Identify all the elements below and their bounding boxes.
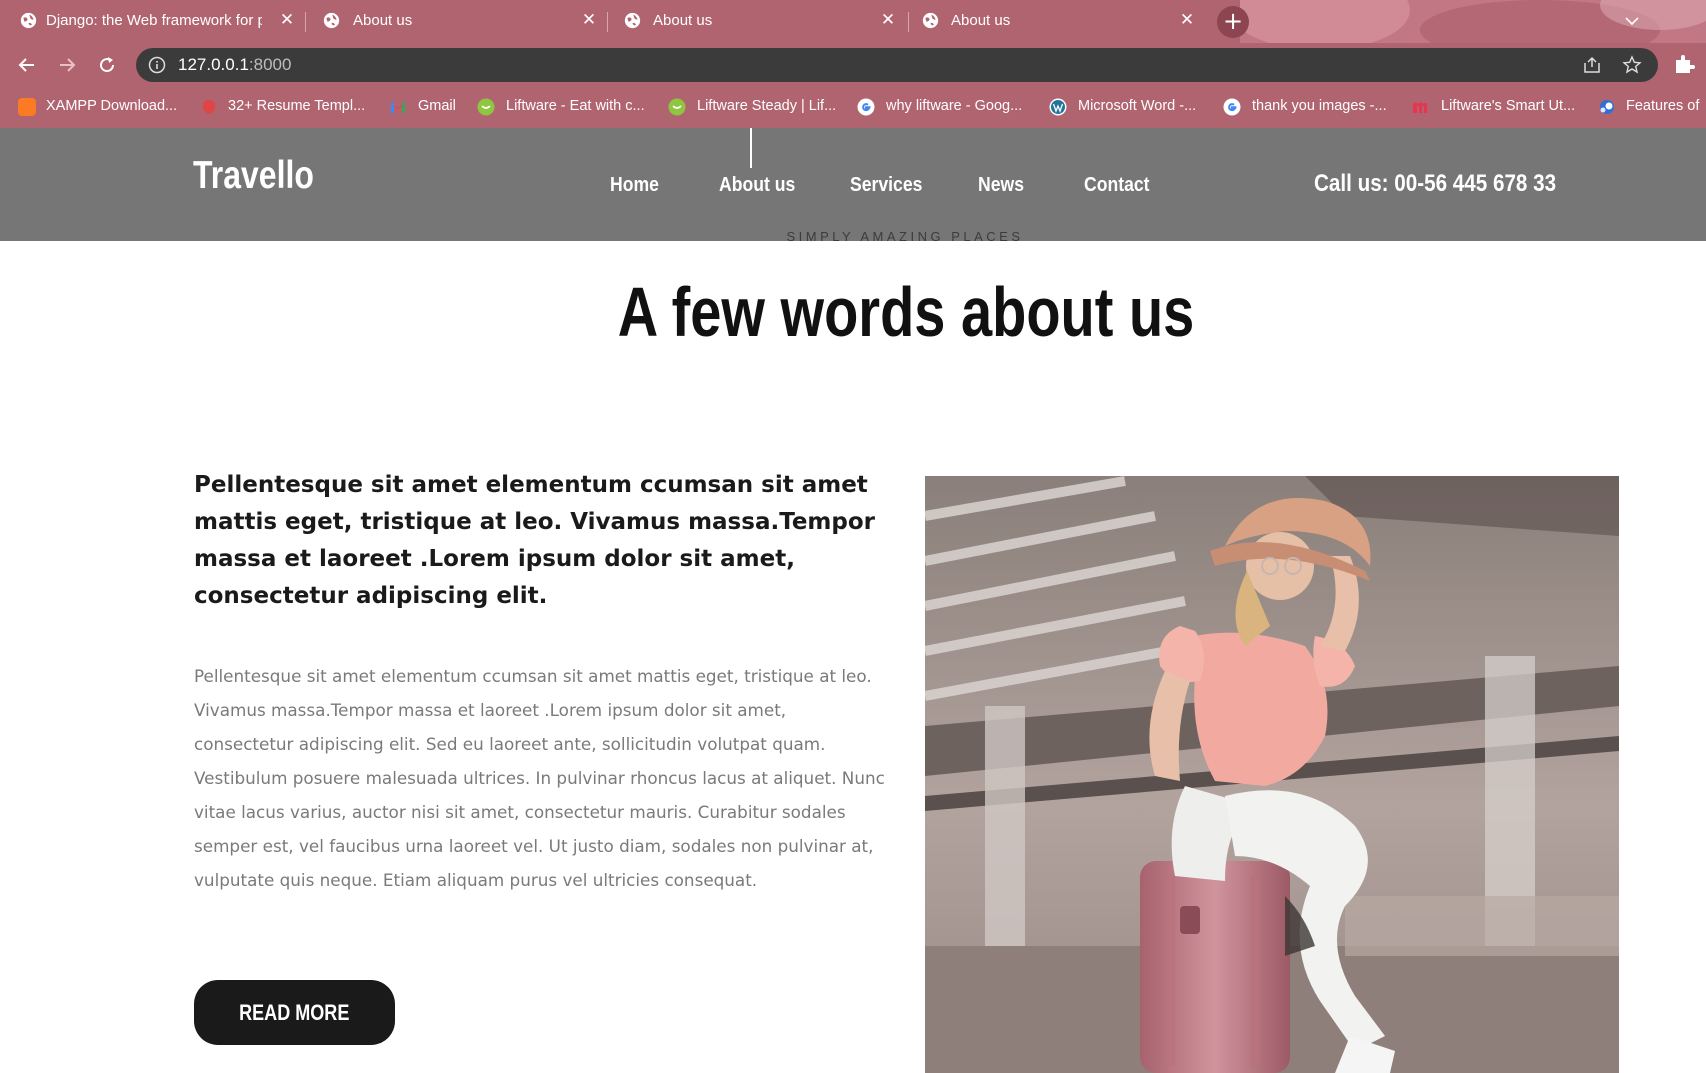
url-port: :8000 bbox=[248, 55, 292, 74]
wordpress-icon bbox=[1049, 98, 1067, 116]
active-nav-indicator bbox=[750, 128, 752, 168]
bookmark-label: Liftware - Eat with c... bbox=[506, 98, 645, 114]
tab-title: About us bbox=[653, 12, 713, 29]
resume-icon bbox=[202, 100, 216, 114]
site-logo[interactable]: Travello bbox=[193, 154, 314, 198]
nav-services[interactable]: Services bbox=[850, 174, 922, 197]
google-icon bbox=[1223, 98, 1241, 116]
bookmark-label: why liftware - Goog... bbox=[886, 98, 1023, 114]
bookmark-label: XAMPP Download... bbox=[46, 98, 178, 114]
bookmarks-bar: XAMPP Download... 32+ Resume Templ... Gm… bbox=[0, 87, 1706, 128]
chevron-down-icon[interactable] bbox=[1619, 9, 1645, 33]
globe-icon bbox=[323, 12, 340, 29]
close-tab-icon[interactable]: ✕ bbox=[578, 9, 600, 31]
new-tab-button[interactable]: + bbox=[1217, 6, 1249, 38]
nav-about-us[interactable]: About us bbox=[719, 174, 795, 197]
read-more-button[interactable]: READ MORE bbox=[194, 980, 395, 1045]
xampp-icon bbox=[18, 98, 36, 116]
globe-icon bbox=[624, 12, 641, 29]
tab-about-us-1[interactable]: About us ✕ bbox=[305, 0, 605, 43]
back-icon[interactable] bbox=[14, 52, 40, 78]
forward-icon[interactable] bbox=[54, 52, 80, 78]
bookmark-label: Liftware's Smart Ut... bbox=[1441, 98, 1576, 114]
extensions-puzzle-icon[interactable] bbox=[1672, 52, 1696, 76]
tab-about-us-active[interactable]: About us ✕ bbox=[908, 0, 1208, 43]
tab-title: Django: the Web framework for p bbox=[46, 12, 262, 29]
read-more-label: READ MORE bbox=[239, 1000, 350, 1025]
globe-icon bbox=[20, 12, 37, 29]
bookmark-label: Liftware Steady | Lif... bbox=[697, 98, 837, 114]
browser-toolbar: 127.0.0.1:8000 bbox=[0, 43, 1706, 87]
bookmark-label: thank you images -... bbox=[1252, 98, 1387, 114]
globe-icon bbox=[922, 12, 939, 29]
nav-news[interactable]: News bbox=[978, 174, 1024, 197]
close-tab-icon[interactable]: ✕ bbox=[276, 9, 298, 31]
tab-about-us-2[interactable]: About us ✕ bbox=[607, 0, 907, 43]
nav-contact[interactable]: Contact bbox=[1084, 174, 1150, 197]
reload-icon[interactable] bbox=[94, 52, 120, 78]
close-tab-icon[interactable]: ✕ bbox=[877, 9, 899, 31]
tab-title: About us bbox=[353, 12, 413, 29]
bookmark-label: 32+ Resume Templ... bbox=[228, 98, 366, 114]
section-heading: A few words about us bbox=[617, 273, 1195, 351]
tab-django[interactable]: Django: the Web framework for p ✕ bbox=[0, 0, 303, 43]
close-tab-icon[interactable]: ✕ bbox=[1176, 9, 1198, 31]
bookmark-label: Gmail bbox=[418, 98, 456, 114]
edge-icon bbox=[1600, 100, 1614, 114]
m-icon bbox=[1413, 102, 1427, 113]
section-tagline: SIMPLY AMAZING PLACES bbox=[786, 229, 1024, 244]
liftware-icon bbox=[477, 98, 495, 116]
lead-paragraph: Pellentesque sit amet elementum ccumsan … bbox=[194, 472, 876, 609]
site-header: Travello Home About us Services News Con… bbox=[0, 128, 1706, 241]
browser-tab-strip: Django: the Web framework for p ✕ About … bbox=[0, 0, 1706, 43]
gmail-icon bbox=[391, 103, 405, 113]
body-paragraph: Pellentesque sit amet elementum ccumsan … bbox=[194, 666, 885, 890]
nav-home[interactable]: Home bbox=[610, 174, 659, 197]
url-text[interactable]: 127.0.0.1:8000 bbox=[178, 55, 291, 75]
bookmark-label: Features of bbox=[1626, 98, 1700, 114]
url-host: 127.0.0.1 bbox=[178, 55, 249, 74]
liftware-icon bbox=[668, 98, 686, 116]
info-icon[interactable] bbox=[148, 56, 166, 74]
google-icon bbox=[857, 98, 875, 116]
share-icon[interactable] bbox=[1582, 55, 1602, 75]
address-bar[interactable]: 127.0.0.1:8000 bbox=[136, 48, 1658, 82]
call-us-phone[interactable]: Call us: 00-56 445 678 33 bbox=[1314, 170, 1556, 198]
bookmark-star-icon[interactable] bbox=[1622, 55, 1642, 75]
about-photo bbox=[925, 476, 1619, 1073]
tab-title: About us bbox=[951, 12, 1011, 29]
bookmark-label: Microsoft Word -... bbox=[1078, 98, 1197, 114]
